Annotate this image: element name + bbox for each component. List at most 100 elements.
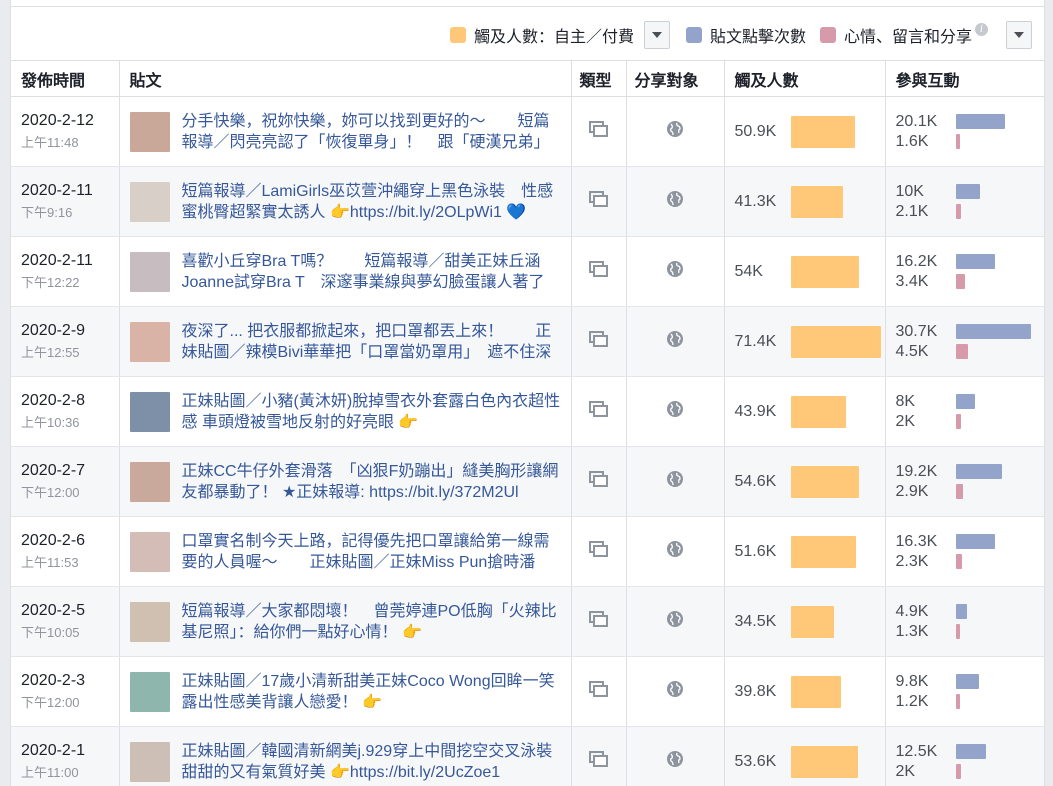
table-row[interactable]: 2020-2-12 上午11:48 分手快樂，祝妳快樂，妳可以找到更好的～ 短篇… [11, 96, 1045, 167]
post-thumbnail[interactable] [129, 601, 170, 642]
table-row[interactable]: 2020-2-6 上午11:53 口罩實名制今天上路，記得優先把口罩讓給第一線需… [11, 516, 1045, 587]
panel-divider [11, 6, 1044, 7]
post-time: 下午10:05 [21, 625, 80, 640]
post-link[interactable]: 口罩實名制今天上路，記得優先把口罩讓給第一線需要的人員喔～ 正妹貼圖／正妹Mis… [182, 531, 561, 573]
post-thumbnail[interactable] [129, 531, 170, 572]
reach-value: 54.6K [734, 472, 777, 490]
targeting-cell [626, 656, 725, 727]
info-icon[interactable]: i [975, 22, 988, 36]
table-row[interactable]: 2020-2-11 下午9:16 短篇報導／LamiGirls巫苡萱沖繩穿上黑色… [11, 166, 1045, 237]
clicks-bar [955, 744, 987, 759]
post-link[interactable]: 分手快樂，祝妳快樂，妳可以找到更好的～ 短篇報導／閃亮亮認了「恢復單身」！ 跟「… [182, 111, 561, 153]
engagement-metric-dropdown[interactable] [1006, 21, 1032, 49]
post-thumbnail[interactable] [129, 111, 170, 152]
post-time: 下午12:00 [21, 485, 80, 500]
post-cell: 口罩實名制今天上路，記得優先把口罩讓給第一線需要的人員喔～ 正妹貼圖／正妹Mis… [119, 516, 572, 587]
post-time: 上午12:55 [21, 345, 80, 360]
reach-bar [790, 675, 841, 708]
published-cell: 2020-2-11 下午12:22 [11, 236, 120, 307]
globe-icon [667, 611, 683, 627]
targeting-cell [626, 586, 725, 657]
published-cell: 2020-2-5 下午10:05 [11, 586, 120, 657]
engagement-cell: 4.9K 1.3K [885, 586, 1045, 657]
post-date: 2020-2-8 [21, 392, 86, 409]
column-header-engagement[interactable]: 參與互動 [885, 60, 1045, 97]
clicks-bar [955, 114, 1005, 129]
targeting-cell [626, 376, 725, 447]
globe-icon [667, 541, 683, 557]
globe-icon [667, 261, 683, 277]
type-cell [571, 166, 627, 237]
published-cell: 2020-2-9 上午12:55 [11, 306, 120, 377]
reactions-bar [955, 554, 962, 569]
clicks-value: 10K [895, 182, 924, 200]
column-header-type[interactable]: 類型 [571, 60, 627, 97]
post-cell: 正妹CC牛仔外套滑落 「凶狠F奶蹦出」縫美胸形讓網友都暴動了！ ★正妹報導: h… [119, 446, 572, 517]
column-header-post[interactable]: 貼文 [119, 60, 572, 97]
post-cell: 分手快樂，祝妳快樂，妳可以找到更好的～ 短篇報導／閃亮亮認了「恢復單身」！ 跟「… [119, 96, 572, 167]
table-row[interactable]: 2020-2-3 下午12:00 正妹貼圖／17歲小清新甜美正妹Coco Won… [11, 656, 1045, 727]
type-cell [571, 236, 627, 307]
post-link[interactable]: 正妹貼圖／17歲小清新甜美正妹Coco Wong回眸一笑 露出性感美背讓人戀愛！… [182, 671, 561, 713]
table-row[interactable]: 2020-2-7 下午12:00 正妹CC牛仔外套滑落 「凶狠F奶蹦出」縫美胸形… [11, 446, 1045, 517]
post-link[interactable]: 喜歡小丘穿Bra T嗎？ 短篇報導／甜美正妹丘涵Joanne試穿Bra T 深邃… [182, 251, 561, 293]
published-cell: 2020-2-6 上午11:53 [11, 516, 120, 587]
clicks-value: 12.5K [895, 742, 938, 760]
reach-cell: 71.4K [724, 306, 886, 377]
table-row[interactable]: 2020-2-11 下午12:22 喜歡小丘穿Bra T嗎？ 短篇報導／甜美正妹… [11, 236, 1045, 307]
legend-clicks: 貼文點擊次數 [685, 23, 806, 47]
published-cell: 2020-2-11 下午9:16 [11, 166, 120, 237]
clicks-bar [955, 674, 980, 689]
reach-value: 34.5K [734, 612, 777, 630]
post-link[interactable]: 短篇報導／大家都悶壞！ 曾莞婷連PO低胸「火辣比基尼照」：給你們一點好心情！ 👉 [182, 601, 561, 643]
table-row[interactable]: 2020-2-9 上午12:55 夜深了... 把衣服都掀起來，把口罩都丟上來！… [11, 306, 1045, 377]
post-date: 2020-2-3 [21, 672, 86, 689]
post-date: 2020-2-1 [21, 742, 86, 759]
targeting-cell [626, 236, 725, 307]
reach-cell: 54.6K [724, 446, 886, 517]
reach-metric-dropdown[interactable] [643, 21, 670, 49]
album-icon [588, 401, 608, 417]
column-header-reach[interactable]: 觸及人數 [724, 60, 886, 97]
post-thumbnail[interactable] [129, 671, 170, 712]
table-row[interactable]: 2020-2-8 上午10:36 正妹貼圖／小豬(黃沐妍)脫掉雪衣外套露白色內衣… [11, 376, 1045, 447]
column-header-published[interactable]: 發佈時間 [11, 60, 120, 97]
column-header-targeting[interactable]: 分享對象 [626, 60, 725, 97]
reactions-value: 2.9K [895, 482, 929, 500]
chevron-down-icon [651, 32, 662, 38]
type-cell [571, 586, 627, 657]
post-link[interactable]: 正妹CC牛仔外套滑落 「凶狠F奶蹦出」縫美胸形讓網友都暴動了！ ★正妹報導: h… [182, 461, 561, 503]
reach-cell: 54K [724, 236, 886, 307]
post-date: 2020-2-9 [21, 322, 86, 339]
table-row[interactable]: 2020-2-1 上午11:00 正妹貼圖／韓國清新網美j.929穿上中間挖空交… [11, 726, 1045, 786]
post-thumbnail[interactable] [129, 461, 170, 502]
reactions-value: 1.2K [895, 692, 929, 710]
type-cell [571, 516, 627, 587]
post-thumbnail[interactable] [129, 741, 170, 782]
post-time: 下午9:16 [21, 205, 73, 220]
album-icon [588, 681, 608, 697]
post-link[interactable]: 正妹貼圖／小豬(黃沐妍)脫掉雪衣外套露白色內衣超性感 車頭燈被雪地反射的好亮眼 … [182, 391, 561, 433]
reach-value: 39.8K [734, 682, 777, 700]
reach-value: 43.9K [734, 402, 777, 420]
post-thumbnail[interactable] [129, 391, 170, 432]
post-link[interactable]: 夜深了... 把衣服都掀起來，把口罩都丟上來！ 正妹貼圖／辣模Bivi華華把「口… [182, 321, 561, 363]
table-row[interactable]: 2020-2-5 下午10:05 短篇報導／大家都悶壞！ 曾莞婷連PO低胸「火辣… [11, 586, 1045, 657]
posts-table: 發佈時間 貼文 類型 分享對象 觸及人數 參與互動 2020-2-12 上午11… [11, 60, 1045, 786]
reach-value: 71.4K [734, 332, 777, 350]
post-thumbnail[interactable] [129, 181, 170, 222]
published-cell: 2020-2-1 上午11:00 [11, 726, 120, 786]
clicks-bar [955, 394, 976, 409]
published-cell: 2020-2-12 上午11:48 [11, 96, 120, 167]
clicks-value: 16.3K [895, 532, 938, 550]
engagement-cell: 16.3K 2.3K [885, 516, 1045, 587]
post-link[interactable]: 正妹貼圖／韓國清新網美j.929穿上中間挖空交叉泳裝 甜甜的又有氣質好美 👉ht… [182, 741, 561, 783]
post-time: 上午11:00 [21, 765, 79, 780]
post-cell: 正妹貼圖／韓國清新網美j.929穿上中間挖空交叉泳裝 甜甜的又有氣質好美 👉ht… [119, 726, 572, 786]
post-thumbnail[interactable] [129, 321, 170, 362]
post-cell: 短篇報導／LamiGirls巫苡萱沖繩穿上黑色泳裝 性感蜜桃臀超緊實太誘人 👉h… [119, 166, 572, 237]
post-thumbnail[interactable] [129, 251, 170, 292]
post-link[interactable]: 短篇報導／LamiGirls巫苡萱沖繩穿上黑色泳裝 性感蜜桃臀超緊實太誘人 👉h… [182, 181, 561, 223]
album-icon [588, 191, 608, 207]
clicks-value: 19.2K [895, 462, 938, 480]
